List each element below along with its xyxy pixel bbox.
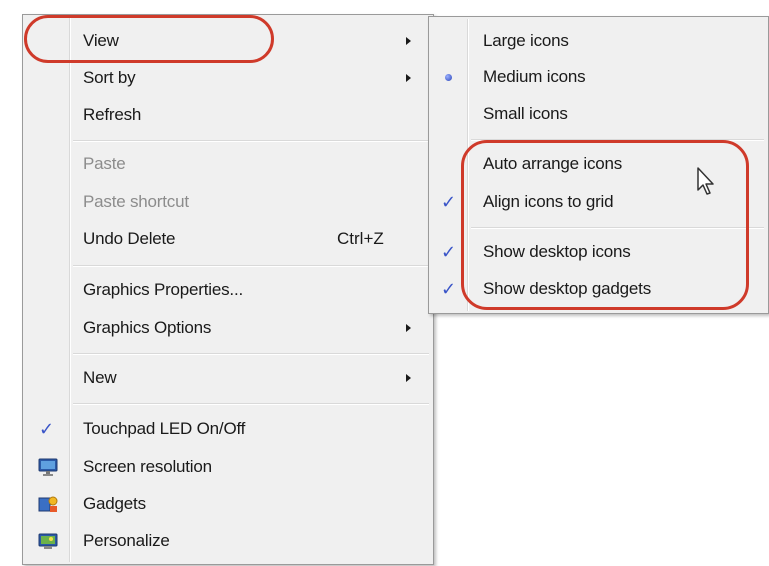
submenu-item-small-icons-label: Small icons bbox=[483, 104, 568, 123]
menu-item-touchpad-led[interactable]: ✓ Touchpad LED On/Off bbox=[25, 413, 431, 445]
submenu-arrow-icon bbox=[406, 37, 411, 45]
menu-item-personalize[interactable]: Personalize bbox=[25, 525, 431, 557]
menu-item-sort-by-label: Sort by bbox=[83, 68, 136, 87]
submenu-arrow-icon bbox=[406, 74, 411, 82]
gadgets-icon bbox=[38, 496, 58, 512]
menu-separator bbox=[73, 353, 429, 355]
menu-item-screen-resolution-label: Screen resolution bbox=[83, 457, 212, 476]
menu-separator bbox=[73, 265, 429, 267]
menu-item-personalize-label: Personalize bbox=[83, 531, 170, 550]
menu-item-undo-delete-label: Undo Delete bbox=[83, 229, 176, 248]
menu-item-gadgets[interactable]: Gadgets bbox=[25, 488, 431, 520]
mouse-pointer-icon bbox=[697, 167, 714, 195]
menu-separator bbox=[73, 140, 429, 142]
undo-shortcut-text: Ctrl+Z bbox=[337, 229, 384, 248]
menu-separator bbox=[471, 227, 764, 229]
submenu-item-show-desktop-gadgets[interactable]: ✓ Show desktop gadgets bbox=[431, 273, 766, 305]
submenu-item-large-icons-label: Large icons bbox=[483, 31, 569, 50]
menu-item-refresh[interactable]: Refresh bbox=[25, 99, 431, 131]
menu-item-paste: Paste bbox=[25, 148, 431, 180]
menu-item-new-label: New bbox=[83, 368, 117, 387]
menu-item-refresh-label: Refresh bbox=[83, 105, 142, 124]
submenu-arrow-icon bbox=[406, 324, 411, 332]
submenu-item-auto-arrange-label: Auto arrange icons bbox=[483, 154, 623, 173]
menu-item-gadgets-label: Gadgets bbox=[83, 494, 146, 513]
menu-item-graphics-properties[interactable]: Graphics Properties... bbox=[25, 274, 431, 306]
menu-item-paste-shortcut: Paste shortcut bbox=[25, 186, 431, 218]
submenu-item-large-icons[interactable]: Large icons bbox=[431, 25, 766, 57]
menu-item-view[interactable]: View bbox=[25, 25, 431, 57]
menu-item-graphics-options[interactable]: Graphics Options bbox=[25, 312, 431, 344]
submenu-arrow-icon bbox=[406, 374, 411, 382]
submenu-item-show-desktop-icons-label: Show desktop icons bbox=[483, 242, 631, 261]
menu-item-undo-delete[interactable]: Undo Delete Ctrl+Z bbox=[25, 223, 431, 255]
menu-item-touchpad-led-label: Touchpad LED On/Off bbox=[83, 419, 246, 438]
submenu-item-medium-icons[interactable]: Medium icons bbox=[431, 61, 766, 93]
screen-resolution-icon bbox=[38, 458, 58, 476]
menu-item-screen-resolution[interactable]: Screen resolution bbox=[25, 451, 431, 483]
menu-item-graphics-properties-label: Graphics Properties... bbox=[83, 280, 243, 299]
menu-item-paste-label: Paste bbox=[83, 154, 126, 173]
submenu-item-show-desktop-icons[interactable]: ✓ Show desktop icons bbox=[431, 236, 766, 268]
radio-bullet-icon bbox=[445, 73, 452, 81]
submenu-item-small-icons[interactable]: Small icons bbox=[431, 98, 766, 130]
submenu-item-medium-icons-label: Medium icons bbox=[483, 67, 586, 86]
menu-item-view-label: View bbox=[83, 31, 119, 50]
menu-item-graphics-options-label: Graphics Options bbox=[83, 318, 212, 337]
desktop-context-menu: View Sort by Refresh Paste Paste shortcu… bbox=[22, 14, 434, 565]
personalize-icon bbox=[38, 533, 58, 549]
menu-item-new[interactable]: New bbox=[25, 362, 431, 394]
menu-item-sort-by[interactable]: Sort by bbox=[25, 62, 431, 94]
check-mark-icon: ✓ bbox=[39, 418, 55, 440]
menu-separator bbox=[73, 403, 429, 405]
menu-item-paste-shortcut-label: Paste shortcut bbox=[83, 192, 189, 211]
menu-separator bbox=[471, 139, 764, 141]
submenu-item-show-desktop-gadgets-label: Show desktop gadgets bbox=[483, 279, 652, 298]
submenu-item-align-to-grid-label: Align icons to grid bbox=[483, 192, 614, 211]
check-mark-icon: ✓ bbox=[441, 191, 457, 213]
check-mark-icon: ✓ bbox=[441, 278, 457, 300]
check-mark-icon: ✓ bbox=[441, 241, 457, 263]
view-submenu: Large icons Medium icons Small icons Aut… bbox=[428, 16, 769, 314]
